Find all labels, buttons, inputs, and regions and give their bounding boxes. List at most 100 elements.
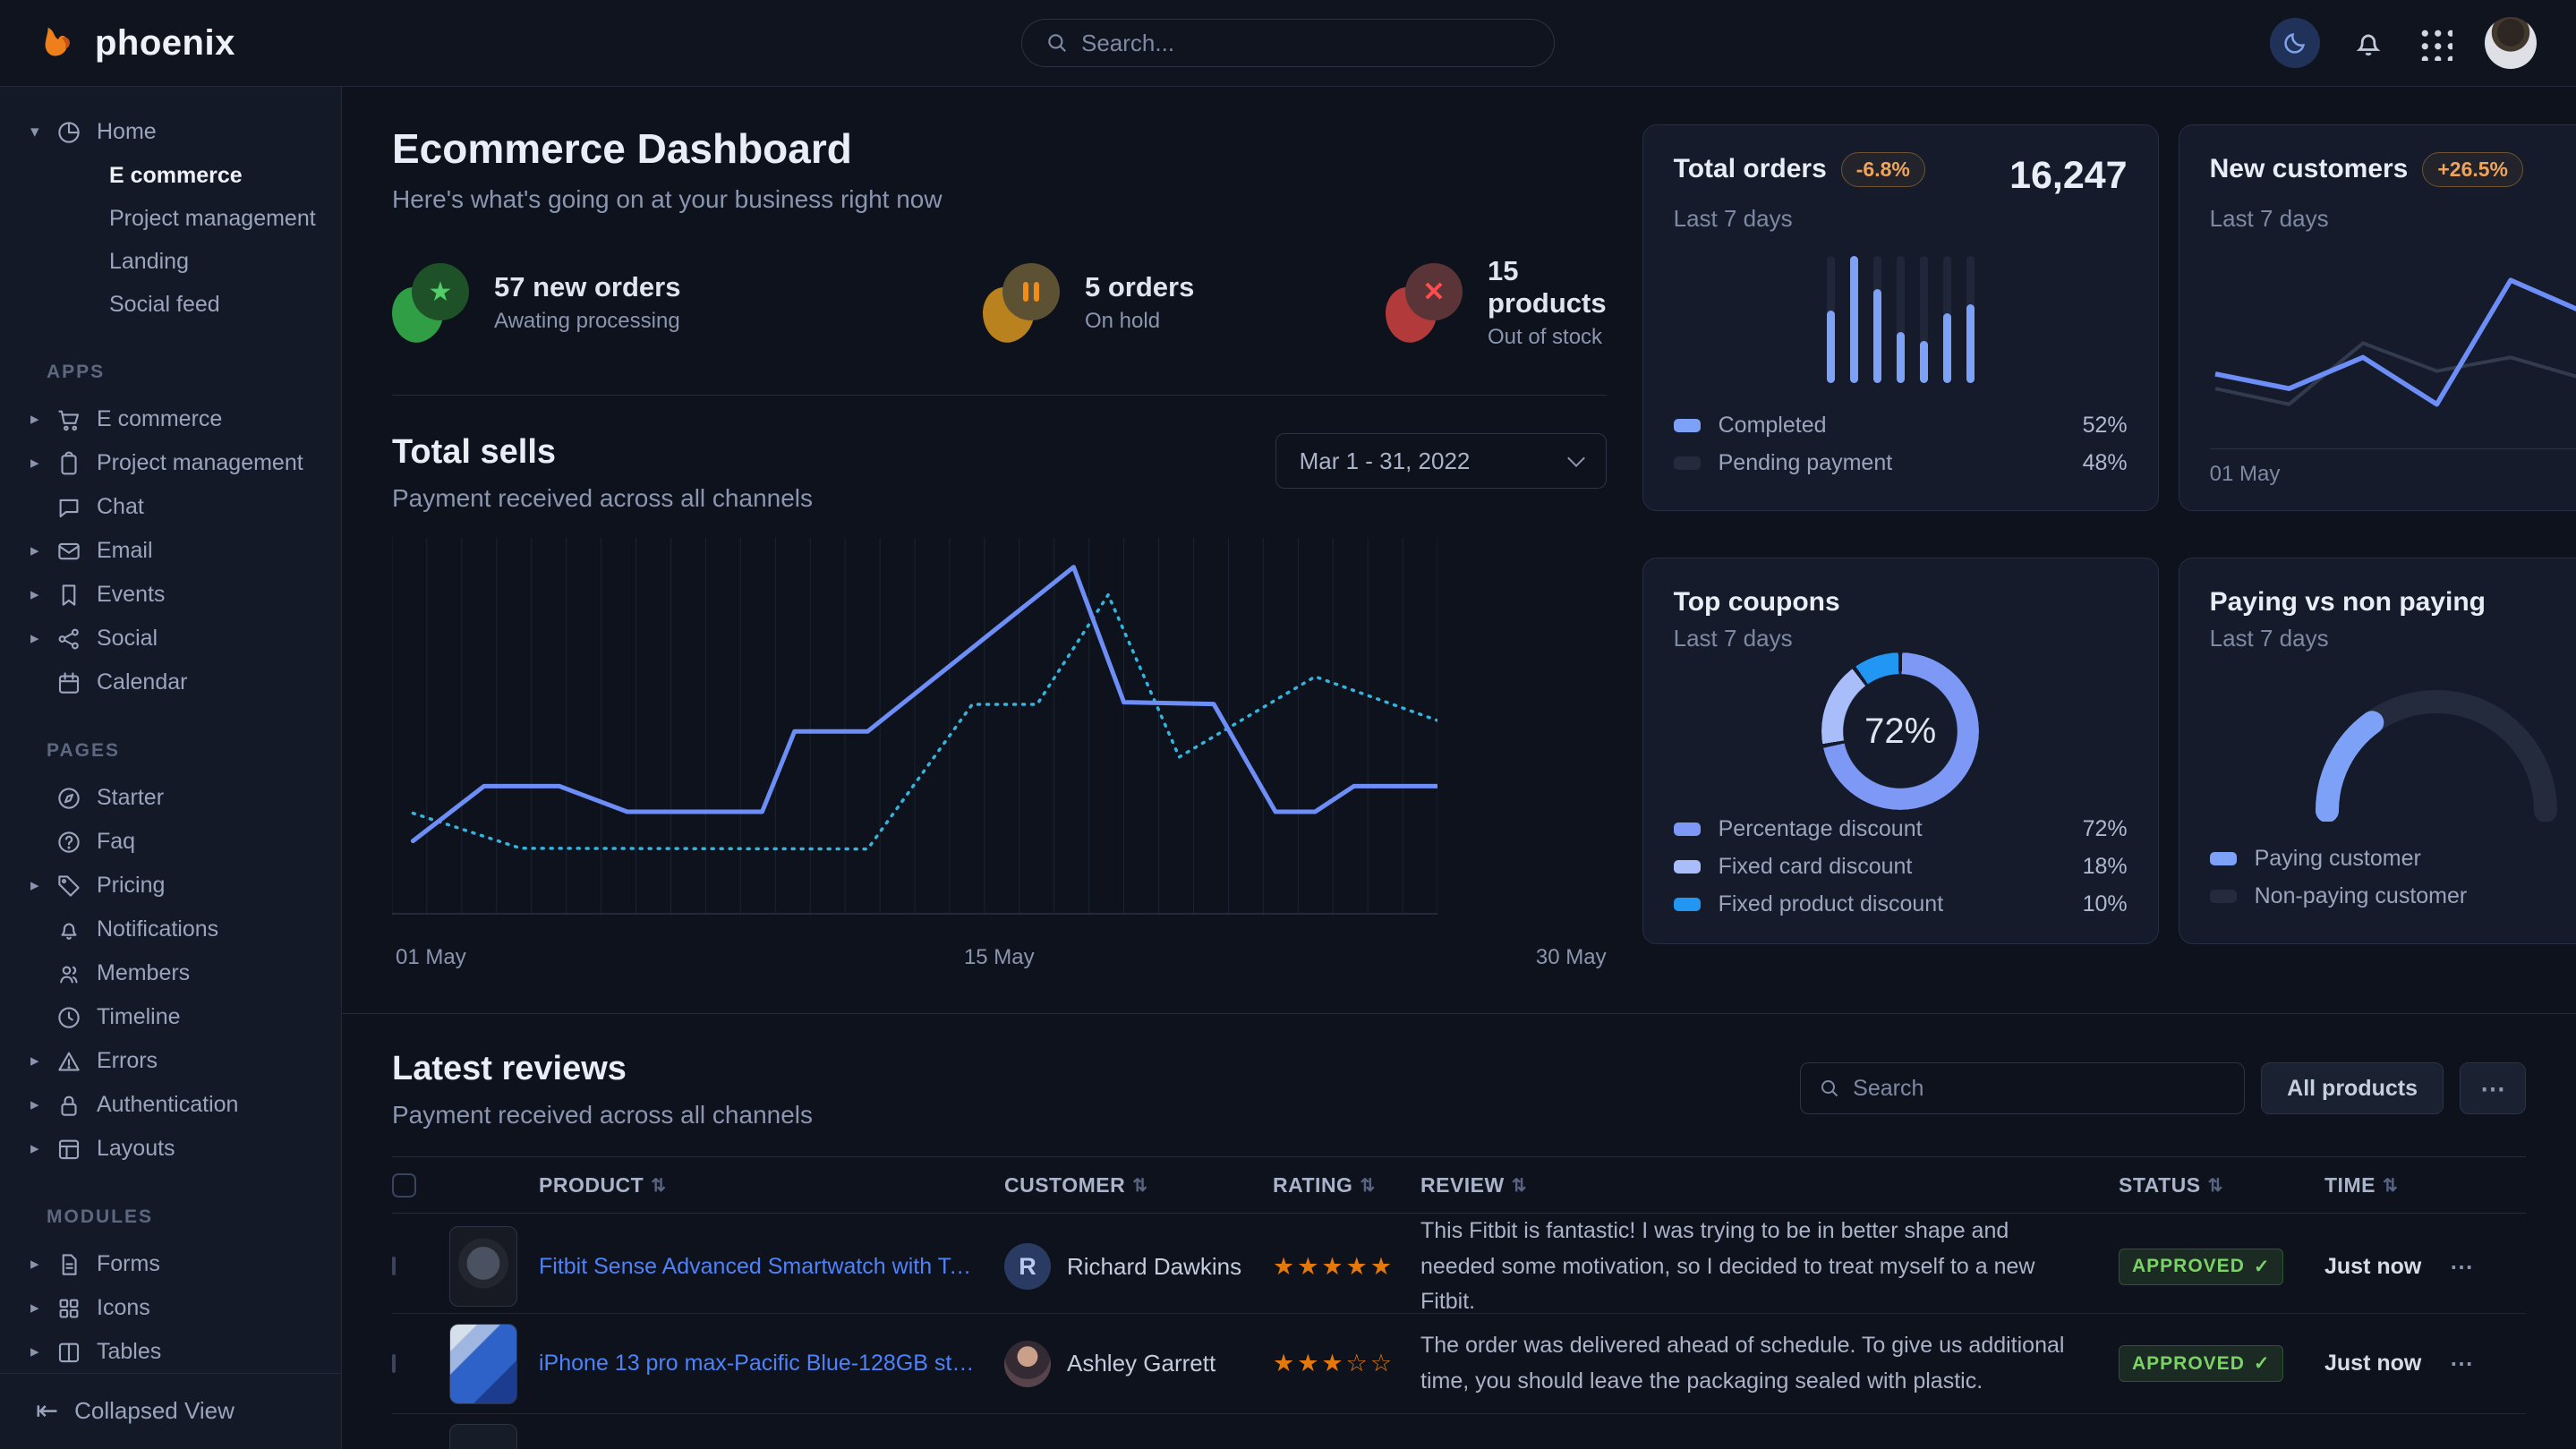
coupons-legend: Percentage discount 72% Fixed card discoun… <box>1674 810 2128 923</box>
total-sells-subtitle: Payment received across all channels <box>392 484 813 513</box>
sidebar-item-notifications[interactable]: Notifications <box>0 908 341 951</box>
legend-label: Fixed product discount <box>1719 891 1944 917</box>
reviews-title: Latest reviews <box>392 1050 813 1088</box>
sidebar-item-home[interactable]: ▾Home <box>0 110 341 154</box>
x-axis-labels: 01 May 07 May <box>2210 448 2576 487</box>
sidebar-item-faq[interactable]: Faq <box>0 820 341 864</box>
status-badge: APPROVED✓ <box>2119 1249 2283 1285</box>
sidebar-item-calendar[interactable]: Calendar <box>0 661 341 704</box>
column-header-time[interactable]: TIME⇅ <box>2324 1173 2450 1198</box>
notifications-button[interactable] <box>2352 27 2384 59</box>
product-thumbnail[interactable] <box>449 1424 517 1449</box>
stat-0: ★ 57 new orders Awating processing <box>392 255 983 350</box>
column-header-rating[interactable]: RATING⇅ <box>1273 1173 1420 1198</box>
legend-label: Percentage discount <box>1719 816 1923 842</box>
collapse-sidebar-button[interactable]: ⇤ Collapsed View <box>0 1373 341 1449</box>
collapse-icon: ⇤ <box>36 1395 58 1427</box>
row-menu-button[interactable]: ⋯ <box>2450 1350 2473 1377</box>
legend-swatch <box>2210 890 2237 903</box>
caret-right-icon: ▸ <box>30 409 55 430</box>
order-bar <box>1850 256 1858 383</box>
file-icon <box>55 1251 97 1278</box>
sidebar-item-chat[interactable]: Chat <box>0 485 341 529</box>
product-link[interactable]: Fitbit Sense Advanced Smartwatch with To… <box>539 1254 1004 1280</box>
sidebar-item-project-management[interactable]: ▸Project management <box>0 441 341 485</box>
apps-menu-button[interactable] <box>2417 25 2452 61</box>
sidebar-subitem-project-management[interactable]: Project management <box>0 197 341 240</box>
date-range-select[interactable]: Mar 1 - 31, 2022 <box>1275 433 1607 489</box>
new-customers-chart <box>2210 233 2576 443</box>
column-header-review[interactable]: REVIEW⇅ <box>1420 1173 2119 1198</box>
sidebar-item-icons[interactable]: ▸Icons <box>0 1286 341 1330</box>
check-icon: ✓ <box>2254 1256 2271 1278</box>
review-time: Just now <box>2324 1254 2450 1280</box>
reviews-search-input[interactable] <box>1853 1076 2226 1102</box>
all-products-filter-button[interactable]: All products <box>2261 1062 2444 1114</box>
sidebar-item-starter[interactable]: Starter <box>0 776 341 820</box>
sidebar-item-label: Starter <box>97 785 164 811</box>
paying-legend: Paying customer30%Non-paying customer70% <box>2210 840 2576 915</box>
row-checkbox[interactable] <box>392 1257 396 1275</box>
select-all-checkbox[interactable] <box>392 1173 416 1198</box>
legend-value: 72% <box>2083 816 2128 842</box>
sidebar-item-layouts[interactable]: ▸Layouts <box>0 1127 341 1171</box>
review-row: Fitbit Sense Advanced Smartwatch with To… <box>392 1214 2526 1314</box>
order-bar <box>1920 256 1928 383</box>
legend-label: Paying customer <box>2255 846 2421 872</box>
brand-logo[interactable]: phoenix <box>39 22 235 64</box>
sidebar-item-pricing[interactable]: ▸Pricing <box>0 864 341 908</box>
sidebar-item-events[interactable]: ▸Events <box>0 573 341 617</box>
stat-value: 57 new orders <box>494 271 680 303</box>
user-avatar[interactable] <box>2485 17 2537 69</box>
compass-icon <box>55 785 97 812</box>
column-header-product[interactable]: PRODUCT⇅ <box>539 1173 1004 1198</box>
alert-icon <box>55 1048 97 1075</box>
product-link[interactable]: iPhone 13 pro max-Pacific Blue-128GB sto… <box>539 1351 1004 1377</box>
row-menu-button[interactable]: ⋯ <box>2450 1253 2473 1280</box>
table-header-row: PRODUCT⇅CUSTOMER⇅RATING⇅REVIEW⇅STATUS⇅TI… <box>392 1156 2526 1214</box>
sidebar-item-e-commerce[interactable]: ▸E commerce <box>0 397 341 441</box>
sort-icon: ⇅ <box>1360 1174 1375 1197</box>
order-bar <box>1966 256 1975 383</box>
sidebar-item-errors[interactable]: ▸Errors <box>0 1039 341 1083</box>
sidebar-subitem-social-feed[interactable]: Social feed <box>0 283 341 326</box>
global-search[interactable] <box>1021 19 1555 67</box>
users-icon <box>55 960 97 987</box>
sidebar-subitem-landing[interactable]: Landing <box>0 240 341 283</box>
sidebar-item-timeline[interactable]: Timeline <box>0 995 341 1039</box>
legend-value: 10% <box>2083 891 2128 917</box>
column-header-status[interactable]: STATUS⇅ <box>2119 1173 2324 1198</box>
product-thumbnail[interactable] <box>449 1324 517 1404</box>
sidebar-item-tables[interactable]: ▸Tables <box>0 1330 341 1373</box>
sidebar-item-forms[interactable]: ▸Forms <box>0 1242 341 1286</box>
sidebar-item-label: Icons <box>97 1295 150 1321</box>
divider <box>342 1013 2576 1014</box>
sidebar-subitem-e-commerce[interactable]: E commerce <box>0 154 341 197</box>
card-period: Last 7 days <box>2210 205 2576 233</box>
product-thumbnail[interactable] <box>449 1226 517 1307</box>
sidebar-item-members[interactable]: Members <box>0 951 341 995</box>
stat-caption: On hold <box>1085 309 1194 334</box>
sidebar-item-social[interactable]: ▸Social <box>0 617 341 661</box>
sidebar-item-label: Social <box>97 626 158 652</box>
search-input[interactable] <box>1081 30 1531 57</box>
sidebar-item-authentication[interactable]: ▸Authentication <box>0 1083 341 1127</box>
more-options-button[interactable]: ⋯ <box>2460 1062 2526 1114</box>
review-row <box>392 1414 2526 1449</box>
reviews-search[interactable] <box>1800 1062 2245 1114</box>
review-row: iPhone 13 pro max-Pacific Blue-128GB sto… <box>392 1314 2526 1414</box>
card-title: Total orders <box>1674 154 1827 184</box>
legend-row: Fixed card discount18% <box>1674 848 2128 885</box>
row-checkbox[interactable] <box>392 1354 396 1373</box>
main-content: Ecommerce Dashboard Here's what's going … <box>342 87 2576 1449</box>
sidebar-item-label: Forms <box>97 1251 160 1277</box>
sidebar-item-email[interactable]: ▸Email <box>0 529 341 573</box>
orders-legend: Completed52%Pending payment48% <box>1674 406 2128 482</box>
theme-toggle-button[interactable] <box>2270 18 2320 68</box>
calendar-icon <box>55 669 97 696</box>
top-coupons-card: Top coupons Last 7 days 72% Percentage d… <box>1642 558 2159 944</box>
legend-value: 18% <box>2083 854 2128 880</box>
column-header-customer[interactable]: CUSTOMER⇅ <box>1004 1173 1273 1198</box>
stat-2: ✕ 15 products Out of stock <box>1386 255 1607 350</box>
stat-caption: Awating processing <box>494 309 680 334</box>
